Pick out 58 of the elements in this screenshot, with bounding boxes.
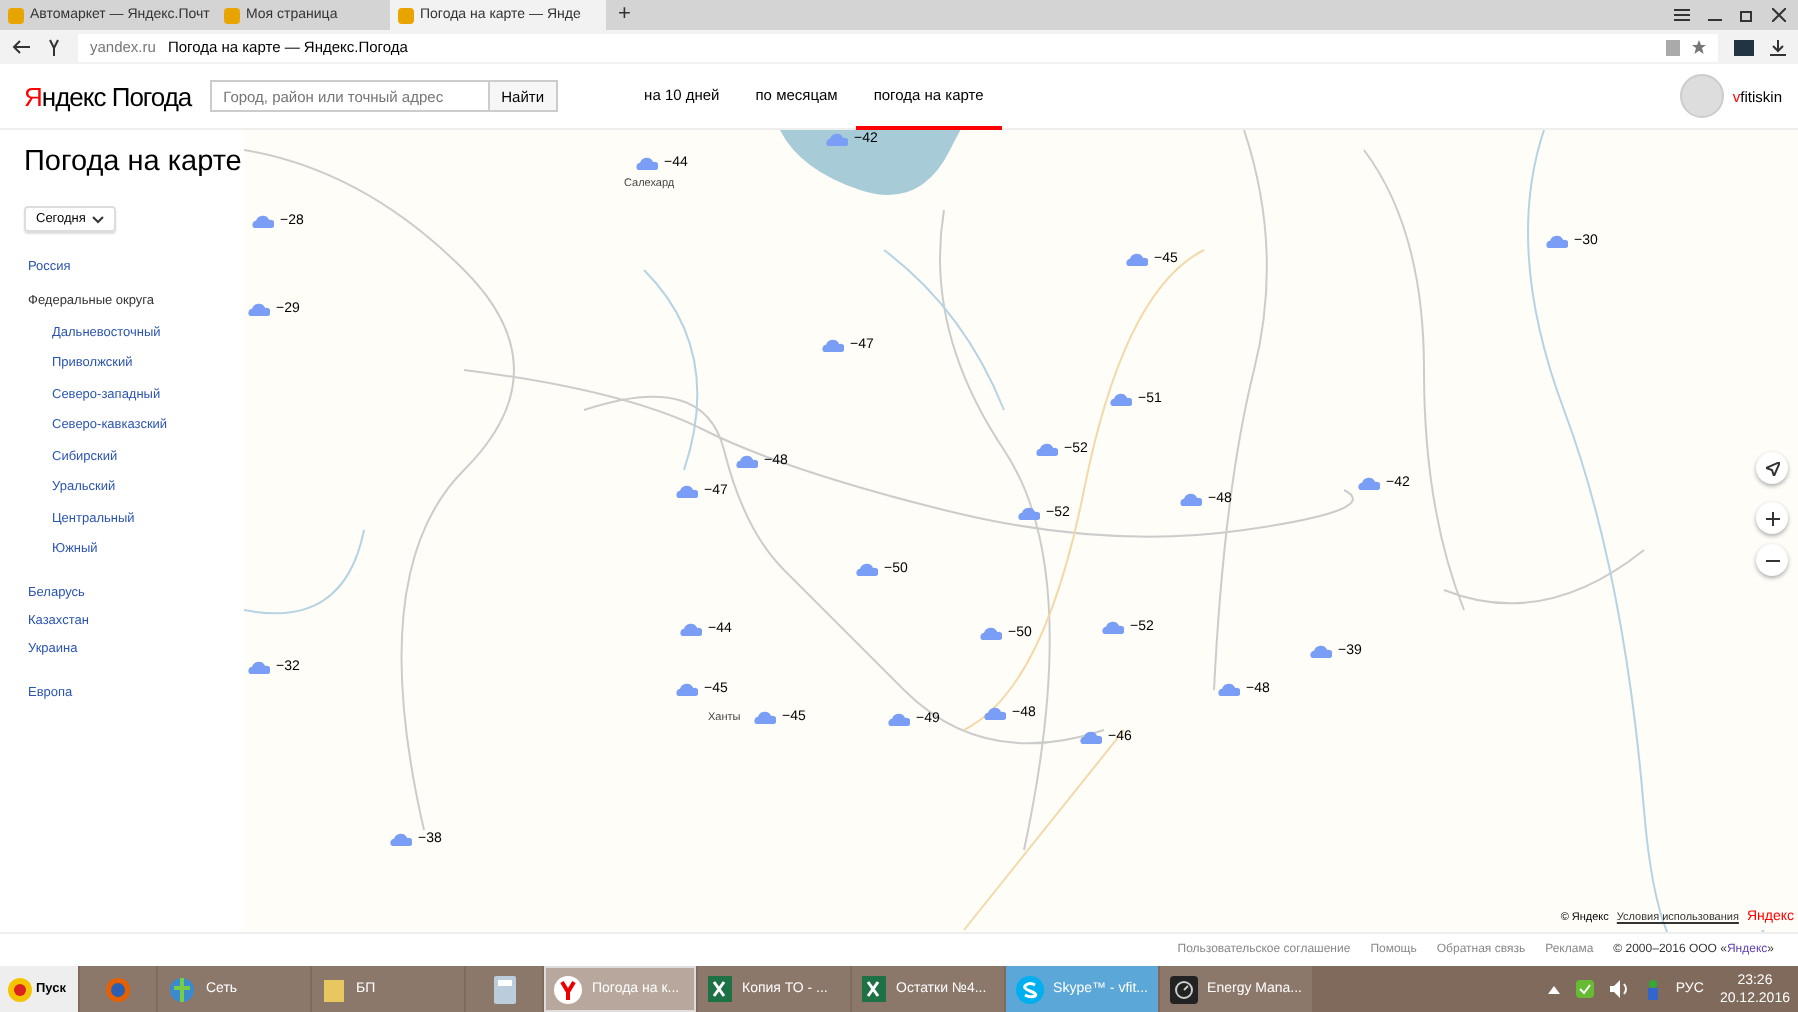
zoom-out-button[interactable] [1756, 544, 1788, 576]
gauge-icon [1170, 975, 1198, 1003]
close-icon[interactable] [1772, 8, 1786, 22]
plus-icon [1765, 511, 1779, 525]
calculator-icon [493, 975, 515, 1003]
cloud-icon [1126, 252, 1148, 266]
speaker-icon[interactable] [1609, 980, 1630, 998]
site-logo[interactable]: Яндекс Погода [24, 81, 192, 111]
cloud-icon [822, 338, 844, 352]
location-arrow-icon [1765, 461, 1779, 475]
cloud-icon [1102, 620, 1124, 634]
cloud-icon [980, 626, 1002, 640]
cloud-icon [636, 156, 658, 170]
cloud-icon [676, 484, 698, 498]
star-icon[interactable] [1692, 40, 1706, 54]
cloud-icon [680, 622, 702, 636]
download-icon[interactable] [1770, 39, 1786, 55]
letter-y-icon [554, 975, 582, 1003]
cloud-icon [676, 682, 698, 696]
cloud-icon [252, 214, 274, 228]
caret-icon [91, 215, 104, 223]
locate-button[interactable] [1756, 452, 1788, 484]
spreadsheet-icon [862, 976, 886, 1002]
cloud-icon [856, 562, 878, 576]
cloud-icon [1110, 392, 1132, 406]
new-tab-button[interactable]: + [606, 0, 643, 30]
page-title: Погода на карте [24, 146, 244, 178]
tab-icon [224, 7, 240, 23]
cloud-icon [248, 660, 270, 674]
cloud-icon [1358, 476, 1380, 490]
cloud-icon [984, 706, 1006, 720]
cloud-icon [754, 710, 776, 724]
cloud-icon [1080, 730, 1102, 744]
folder-icon [322, 975, 346, 1003]
cloud-icon [1546, 234, 1568, 248]
cloud-icon [248, 302, 270, 316]
spreadsheet-icon [708, 976, 732, 1002]
tab-icon [8, 7, 24, 23]
back-arrow-icon[interactable] [12, 40, 30, 54]
caret-up-icon[interactable] [1547, 985, 1560, 993]
cloud-icon [826, 132, 848, 146]
tab-icon [398, 7, 414, 23]
letter-s-icon [1016, 975, 1044, 1003]
globe-icon [168, 975, 196, 1003]
menu-icon[interactable] [1674, 8, 1690, 22]
restore-icon[interactable] [1740, 8, 1754, 22]
cloud-icon [736, 454, 758, 468]
cloud-icon [1180, 492, 1202, 506]
cloud-icon [1310, 644, 1332, 658]
cloud-icon [1036, 442, 1058, 456]
cloud-icon [1218, 682, 1240, 696]
taskbar-item[interactable] [466, 966, 542, 1012]
zoom-in-button[interactable] [1756, 502, 1788, 534]
cloud-icon [1018, 506, 1040, 520]
cloud-icon [888, 712, 910, 726]
shield-check-icon[interactable] [1575, 980, 1594, 998]
cloud-icon [390, 832, 412, 846]
letter-y-icon[interactable] [46, 38, 62, 56]
